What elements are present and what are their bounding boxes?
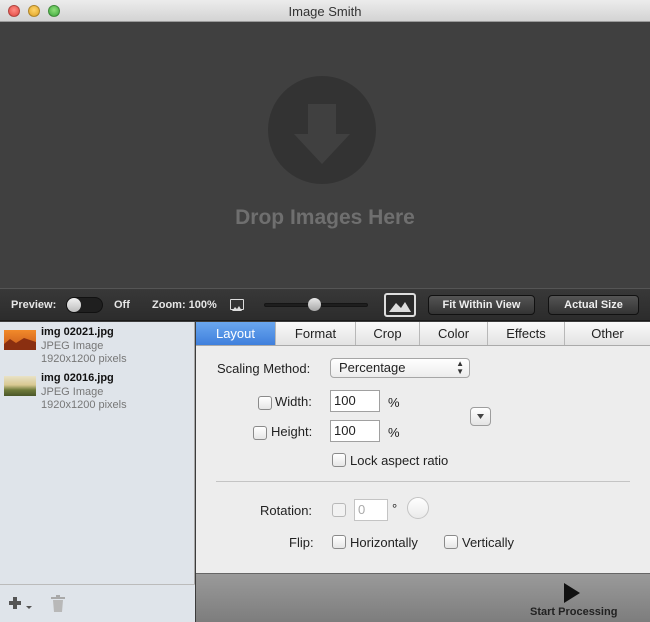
image-drop-area[interactable]: Drop Images Here	[0, 22, 650, 288]
scaling-method-label: Scaling Method:	[217, 361, 311, 376]
rotation-checkbox[interactable]	[332, 503, 346, 517]
flip-vertical-checkbox[interactable]	[444, 535, 458, 549]
file-name: img 02016.jpg	[41, 372, 114, 384]
chevron-down-icon[interactable]	[470, 407, 491, 426]
tab-other[interactable]: Other	[565, 322, 650, 345]
file-item[interactable]: img 02016.jpg JPEG Image 1920x1200 pixel…	[0, 370, 195, 416]
flip-label: Flip:	[289, 535, 314, 550]
title-bar: Image Smith	[0, 0, 650, 22]
preview-toolbar: Preview: Off Zoom: 100% Fit Within View …	[0, 288, 650, 321]
zoom-slider-knob[interactable]	[308, 298, 321, 311]
fit-within-view-button[interactable]: Fit Within View	[428, 295, 535, 315]
start-processing-button[interactable]: Start Processing	[530, 606, 617, 618]
width-unit: %	[388, 395, 400, 410]
file-dimensions: 1920x1200 pixels	[41, 353, 127, 365]
height-checkbox[interactable]	[253, 426, 267, 440]
zoom-label: Zoom: 100%	[152, 299, 217, 311]
lock-aspect-checkbox[interactable]	[332, 453, 346, 467]
image-large-icon[interactable]	[384, 293, 416, 317]
down-arrow-icon	[268, 76, 376, 184]
preview-toggle[interactable]	[66, 297, 103, 313]
height-label: Height:	[271, 424, 313, 439]
processing-bar: Start Processing	[196, 573, 650, 622]
file-thumbnail	[4, 376, 36, 396]
tab-effects[interactable]: Effects	[488, 322, 565, 345]
drop-hint-text: Drop Images Here	[235, 206, 415, 229]
file-item[interactable]: img 02021.jpg JPEG Image 1920x1200 pixel…	[0, 324, 195, 370]
tab-format[interactable]: Format	[276, 322, 356, 345]
height-unit: %	[388, 425, 400, 440]
preview-state-label: Off	[114, 299, 130, 311]
file-dimensions: 1920x1200 pixels	[41, 399, 127, 411]
add-file-icon[interactable]	[8, 595, 34, 613]
scaling-method-value: Percentage	[339, 360, 406, 375]
height-field[interactable]: 100	[330, 420, 380, 442]
play-icon[interactable]	[564, 583, 580, 603]
rotation-label: Rotation:	[260, 503, 313, 518]
file-type: JPEG Image	[41, 340, 104, 352]
width-field[interactable]: 100	[330, 390, 380, 412]
window-title: Image Smith	[288, 4, 362, 19]
preview-label: Preview:	[11, 299, 57, 311]
file-name: img 02021.jpg	[41, 326, 114, 338]
trash-icon[interactable]	[50, 595, 66, 613]
flip-horizontal-label: Horizontally	[350, 535, 418, 550]
sidebar-footer	[0, 584, 195, 622]
rotation-dial[interactable]	[407, 497, 429, 519]
file-thumbnail	[4, 330, 36, 350]
select-arrows-icon: ▲ ▼	[456, 359, 464, 376]
lock-aspect-label: Lock aspect ratio	[350, 453, 449, 468]
tab-color[interactable]: Color	[420, 322, 488, 345]
image-small-icon	[230, 299, 244, 311]
flip-horizontal-checkbox[interactable]	[332, 535, 346, 549]
scaling-method-select[interactable]: Percentage ▲ ▼	[330, 358, 470, 378]
section-divider	[216, 481, 630, 482]
rotation-field[interactable]: 0	[354, 499, 388, 521]
width-checkbox[interactable]	[258, 396, 272, 410]
file-list-sidebar: img 02021.jpg JPEG Image 1920x1200 pixel…	[0, 322, 195, 622]
tab-crop[interactable]: Crop	[356, 322, 420, 345]
file-type: JPEG Image	[41, 386, 104, 398]
tab-layout[interactable]: Layout	[196, 322, 276, 345]
width-label: Width:	[275, 394, 312, 409]
settings-tab-bar: Layout Format Crop Color Effects Other	[196, 322, 650, 346]
layout-panel: Scaling Method: Percentage ▲ ▼ Width: 100…	[196, 346, 650, 573]
toggle-knob	[67, 298, 81, 312]
rotation-unit: °	[392, 501, 398, 516]
actual-size-button[interactable]: Actual Size	[548, 295, 639, 315]
flip-vertical-label: Vertically	[462, 535, 515, 550]
